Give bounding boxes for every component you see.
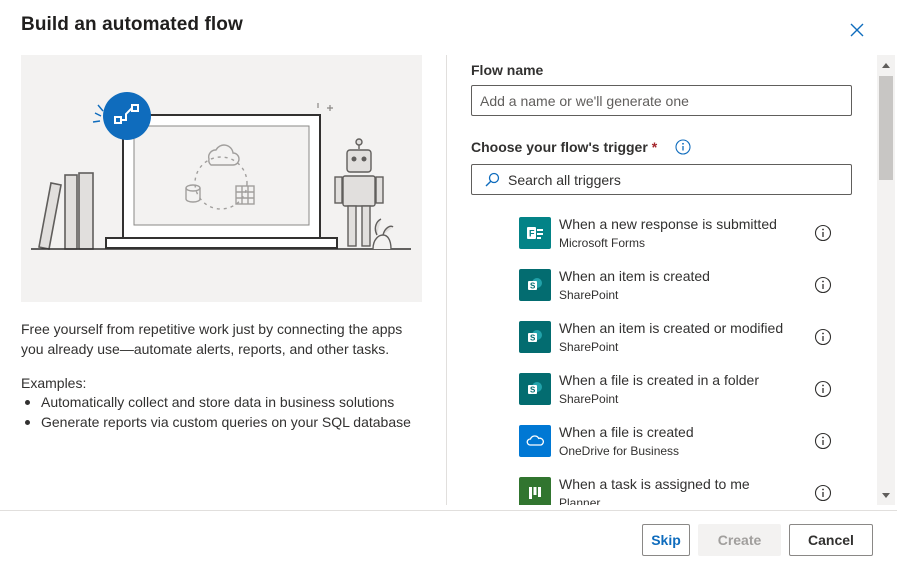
info-icon[interactable] [814,432,832,450]
trigger-title: When a file is created in a folder [559,372,759,388]
trigger-connector: Microsoft Forms [559,236,646,250]
trigger-search-input[interactable] [508,171,838,188]
scrollbar[interactable] [877,55,895,505]
trigger-connector: SharePoint [559,340,619,354]
trigger-connector: OneDrive for Business [559,444,680,458]
svg-text:S: S [530,282,536,291]
planner-icon [519,477,551,505]
trigger-list: F When a new response is submitted Micro… [471,205,861,505]
panel-divider [446,55,447,505]
footer-divider [0,510,897,511]
flow-name-input[interactable] [471,85,852,116]
example-item: Automatically collect and store data in … [21,392,411,412]
hero-illustration [21,55,422,302]
scroll-thumb[interactable] [879,76,893,180]
trigger-title: When a file is created [559,424,694,440]
trigger-search-box[interactable] [471,164,852,195]
required-mark: * [651,139,658,155]
close-icon [850,23,864,37]
info-icon[interactable] [814,484,832,502]
trigger-item[interactable]: When a file is created OneDrive for Busi… [471,413,861,465]
flow-name-label: Flow name [471,62,544,78]
trigger-item[interactable]: F When a new response is submitted Micro… [471,205,861,257]
forms-icon: F [519,217,551,249]
scroll-down-button[interactable] [877,485,895,505]
dialog-title: Build an automated flow [21,14,243,35]
info-icon[interactable] [675,139,691,155]
trigger-title: When a new response is submitted [559,216,777,232]
trigger-title: When an item is created or modified [559,320,784,336]
sharepoint-icon: S [519,373,551,405]
trigger-connector: SharePoint [559,288,619,302]
trigger-title: When an item is created [559,268,710,284]
trigger-title: When a task is assigned to me [559,476,750,492]
trigger-item[interactable]: S When an item is created SharePoint [471,257,861,309]
examples-list: Automatically collect and store data in … [21,392,411,432]
create-button[interactable]: Create [698,524,781,556]
trigger-connector: SharePoint [559,392,619,406]
trigger-connector: Planner [559,496,601,505]
info-icon[interactable] [814,224,832,242]
trigger-item[interactable]: S When a file is created in a folder Sha… [471,361,861,413]
description-text: Free yourself from repetitive work just … [21,321,403,357]
svg-text:S: S [530,334,536,343]
automation-illustration [31,92,411,250]
close-button[interactable] [846,19,868,41]
chevron-up-icon [882,62,890,68]
sharepoint-icon: S [519,321,551,353]
trigger-item[interactable]: S When an item is created or modified Sh… [471,309,861,361]
svg-text:F: F [529,229,535,239]
chevron-down-icon [882,492,890,498]
trigger-item[interactable]: When a task is assigned to me Planner [471,465,861,505]
examples-label: Examples: [21,375,87,391]
skip-button[interactable]: Skip [642,524,690,556]
onedrive-icon [519,425,551,457]
info-icon[interactable] [814,328,832,346]
svg-text:S: S [530,386,536,395]
info-icon[interactable] [814,380,832,398]
trigger-label: Choose your flow's trigger [471,139,648,155]
trigger-label-row: Choose your flow's trigger * [471,139,691,155]
info-icon[interactable] [814,276,832,294]
scroll-up-button[interactable] [877,55,895,75]
cancel-button[interactable]: Cancel [789,524,873,556]
search-icon [485,172,500,186]
example-item: Generate reports via custom queries on y… [21,412,411,432]
sharepoint-icon: S [519,269,551,301]
